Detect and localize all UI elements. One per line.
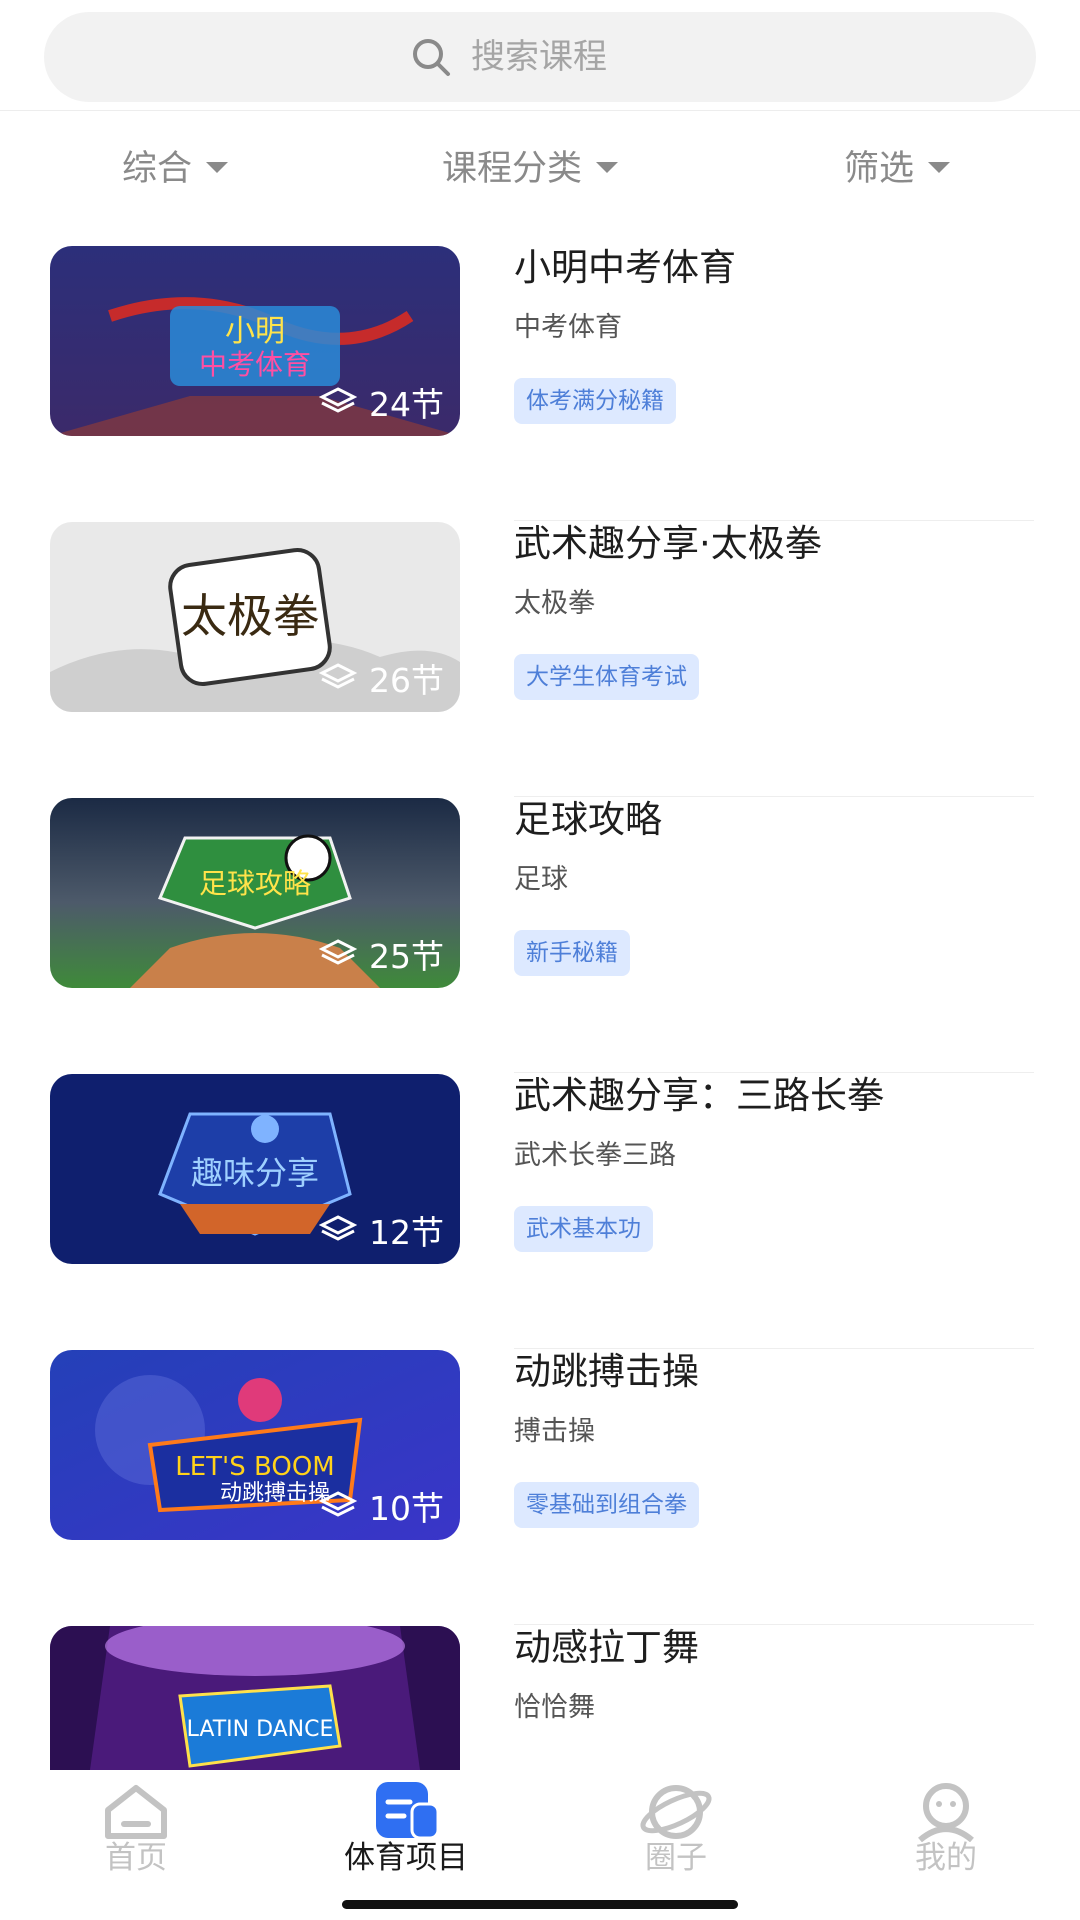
course-tag: 武术基本功: [514, 1206, 653, 1252]
nav-tab-sports[interactable]: 体育项目: [306, 1770, 506, 1880]
course-tag: 体考满分秘籍: [514, 378, 676, 424]
caret-down-icon: [596, 161, 619, 173]
course-info: 动感拉丁舞 恰恰舞: [514, 1626, 1034, 1724]
course-list-page: 综合 课程分类 筛选 小明 中考体育 24节: [0, 0, 1080, 1920]
course-info: 小明中考体育 中考体育 体考满分秘籍: [514, 246, 1034, 424]
nav-tab-home[interactable]: 首页: [36, 1770, 236, 1880]
nav-tab-circle[interactable]: 圈子: [576, 1770, 776, 1880]
course-info: 动跳搏击操 搏击操 零基础到组合拳: [514, 1350, 1034, 1528]
lesson-count-text: 12节: [369, 1213, 444, 1252]
svg-text:趣味分享: 趣味分享: [191, 1154, 319, 1192]
divider: [514, 1348, 1034, 1349]
course-info: 武术趣分享：三路长拳 武术长拳三路 武术基本功: [514, 1074, 1034, 1252]
course-info: 足球攻略 足球 新手秘籍: [514, 798, 1034, 976]
svg-text:中考体育: 中考体育: [199, 348, 311, 381]
layers-icon: [319, 939, 357, 965]
search-icon: [413, 39, 450, 76]
divider: [514, 1624, 1034, 1625]
course-cover-image[interactable]: 小明 中考体育 24节: [50, 246, 460, 436]
search-input[interactable]: [471, 37, 671, 77]
course-subtitle: 恰恰舞: [514, 1692, 595, 1723]
divider: [0, 110, 1080, 111]
svg-text:小明: 小明: [225, 314, 285, 349]
svg-text:LET'S BOOM: LET'S BOOM: [175, 1452, 334, 1482]
svg-text:LATIN DANCE: LATIN DANCE: [187, 1717, 334, 1742]
layers-icon: [319, 1215, 357, 1241]
home-indicator[interactable]: [342, 1900, 738, 1909]
lesson-count-text: 24节: [369, 385, 444, 424]
lesson-count: 25节: [319, 930, 444, 978]
filter-bar: 综合 课程分类 筛选: [0, 120, 1080, 210]
svg-text:动跳搏击操: 动跳搏击操: [220, 1481, 330, 1506]
course-tag: 新手秘籍: [514, 930, 630, 976]
bottom-nav-bar: 首页 体育项目 圈子 我的: [0, 1770, 1080, 1920]
filter-label: 课程分类: [442, 148, 583, 189]
svg-text:太极拳: 太极拳: [181, 589, 319, 643]
course-title: 动跳搏击操: [514, 1350, 699, 1393]
divider: [514, 1072, 1034, 1073]
nav-label: 我的: [915, 1840, 977, 1876]
lesson-count: 12节: [319, 1206, 444, 1254]
lesson-count-text: 10节: [369, 1489, 444, 1528]
layers-icon: [319, 387, 357, 413]
course-subtitle: 武术长拳三路: [514, 1140, 676, 1171]
divider: [514, 520, 1034, 521]
nav-label: 首页: [105, 1840, 167, 1876]
divider: [514, 796, 1034, 797]
caret-down-icon: [928, 161, 951, 173]
nav-tab-mine[interactable]: 我的: [846, 1770, 1046, 1880]
course-title: 动感拉丁舞: [514, 1626, 699, 1669]
course-info: 武术趣分享·太极拳 太极拳 大学生体育考试: [514, 522, 1034, 700]
lesson-count: 10节: [319, 1482, 444, 1530]
course-cover-image[interactable]: LATIN DANCE: [50, 1626, 460, 1770]
course-title: 武术趣分享·太极拳: [514, 522, 822, 565]
course-cover-image[interactable]: 足球攻略 25节: [50, 798, 460, 988]
filter-label: 综合: [122, 148, 193, 189]
course-title: 足球攻略: [514, 798, 662, 841]
course-item[interactable]: LET'S BOOM 动跳搏击操 10节 动跳搏击操 搏击操 零基础到组合拳: [0, 1350, 1080, 1625]
filter-category[interactable]: 课程分类: [442, 120, 619, 210]
course-item[interactable]: 足球攻略 25节 足球攻略 足球 新手秘籍: [0, 798, 1080, 1073]
course-cover-image[interactable]: 趣味分享 12节: [50, 1074, 460, 1264]
filter-screen[interactable]: 筛选: [844, 120, 951, 210]
course-subtitle: 搏击操: [514, 1416, 595, 1447]
lesson-count: 26节: [319, 654, 444, 702]
course-item[interactable]: 趣味分享 12节 武术趣分享：三路长拳 武术长拳三路 武术基本功: [0, 1074, 1080, 1349]
svg-text:足球攻略: 足球攻略: [199, 867, 311, 900]
course-subtitle: 足球: [514, 864, 568, 895]
search-bar[interactable]: [44, 12, 1036, 102]
cover-art: LATIN DANCE: [50, 1626, 460, 1770]
course-cover-image[interactable]: 太极拳 26节: [50, 522, 460, 712]
caret-down-icon: [206, 161, 229, 173]
course-tag: 大学生体育考试: [514, 654, 699, 700]
course-item[interactable]: 太极拳 26节 武术趣分享·太极拳 太极拳 大学生体育考试: [0, 522, 1080, 797]
filter-general[interactable]: 综合: [122, 120, 229, 210]
lesson-count-text: 25节: [369, 937, 444, 976]
course-cover-image[interactable]: LET'S BOOM 动跳搏击操 10节: [50, 1350, 460, 1540]
course-subtitle: 中考体育: [514, 312, 622, 343]
course-title: 小明中考体育: [514, 246, 736, 289]
course-subtitle: 太极拳: [514, 588, 595, 619]
filter-label: 筛选: [844, 148, 915, 189]
layers-icon: [319, 1491, 357, 1517]
nav-label: 体育项目: [344, 1840, 468, 1876]
course-tag: 零基础到组合拳: [514, 1482, 699, 1528]
nav-label: 圈子: [645, 1840, 707, 1876]
layers-icon: [319, 663, 357, 689]
course-item[interactable]: 小明 中考体育 24节 小明中考体育 中考体育 体考满分秘籍: [0, 246, 1080, 521]
lesson-count-text: 26节: [369, 661, 444, 700]
lesson-count: 24节: [319, 378, 444, 426]
course-title: 武术趣分享：三路长拳: [514, 1074, 884, 1117]
